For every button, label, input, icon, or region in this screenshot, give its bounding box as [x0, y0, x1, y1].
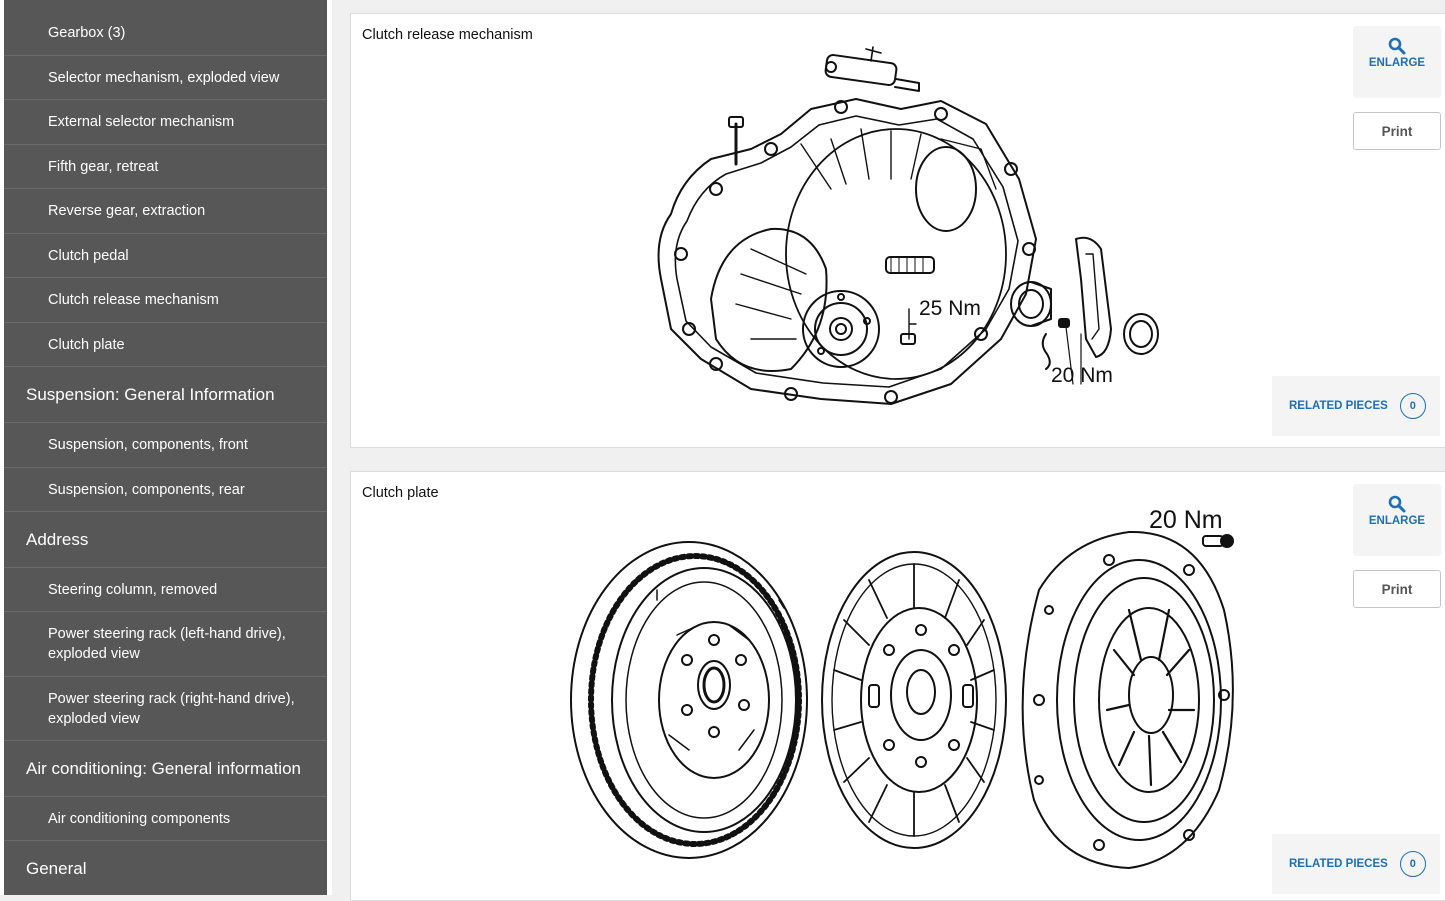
sidebar-section-label: Air conditioning: General information [26, 758, 301, 778]
sidebar-section-general[interactable]: General [4, 841, 327, 895]
sidebar-item-external-selector[interactable]: External selector mechanism [4, 100, 327, 145]
sidebar-item-steering-rack-rhd[interactable]: Power steering rack (right-hand drive), … [4, 677, 327, 741]
card-title: Clutch release mechanism [362, 27, 533, 43]
enlarge-label: ENLARGE [1368, 57, 1426, 69]
magnifier-icon [1388, 495, 1406, 513]
sidebar-item-label: Gearbox (3) [48, 25, 126, 41]
sidebar-item-clutch-release[interactable]: Clutch release mechanism [4, 278, 327, 323]
enlarge-label: ENLARGE [1368, 515, 1426, 527]
bolt-drawing [1202, 534, 1234, 548]
pressure-plate-drawing [1021, 530, 1234, 869]
print-label: Print [1381, 123, 1413, 139]
flywheel-drawing [570, 541, 808, 859]
sidebar-item-label: Clutch release mechanism [48, 292, 219, 308]
torque-label: 20 Nm [1051, 364, 1113, 387]
print-label: Print [1381, 581, 1413, 597]
sidebar-section-address[interactable]: Address [4, 512, 327, 568]
clutch-release-diagram: 25 Nm 20 Nm [657, 46, 1159, 405]
print-button[interactable]: Print [1353, 112, 1441, 150]
sidebar-item-selector-mechanism[interactable]: Selector mechanism, exploded view [4, 56, 327, 100]
sidebar-item-gearbox[interactable]: Gearbox (3) [4, 11, 327, 56]
sidebar-item-label: Clutch plate [48, 336, 125, 353]
related-pieces-button[interactable]: RELATED PIECES 0 [1272, 376, 1440, 436]
sidebar-section-label: General [26, 859, 87, 878]
sidebar-item-label: Power steering rack (right-hand drive), … [48, 690, 295, 727]
sidebar-nav: Gearbox (3) Selector mechanism, exploded… [0, 0, 332, 895]
sidebar-item-ac-components[interactable]: Air conditioning components [4, 797, 327, 841]
sidebar-item-label: Suspension, components, front [48, 437, 248, 453]
enlarge-button[interactable]: ENLARGE [1353, 484, 1441, 556]
sidebar-item-fifth-gear[interactable]: Fifth gear, retreat [4, 145, 327, 189]
sidebar-item-clutch-plate[interactable]: Clutch plate [4, 323, 327, 367]
sidebar-item-label: Clutch pedal [48, 247, 129, 264]
magnifier-icon [1388, 37, 1406, 55]
sidebar-section-suspension[interactable]: Suspension: General Information [4, 367, 327, 423]
sidebar-item-label: Air conditioning components [48, 810, 231, 827]
sidebar-item-label: Reverse gear, extraction [48, 203, 206, 219]
torque-label: 20 Nm [1149, 506, 1223, 534]
related-pieces-count: 0 [1399, 851, 1426, 877]
sidebar-panel: Gearbox (3) Selector mechanism, exploded… [4, 0, 327, 895]
sidebar-item-steering-column[interactable]: Steering column, removed [4, 568, 327, 612]
torque-label: 25 Nm [919, 297, 981, 320]
sidebar-item-label: Steering column, removed [48, 581, 218, 598]
figure-card-clutch-plate: Clutch plate 20 Nm ENLARGE Print RELATED… [350, 471, 1445, 901]
print-button[interactable]: Print [1353, 570, 1441, 608]
sidebar-section-label: Address [26, 529, 89, 549]
sidebar-item-reverse-gear[interactable]: Reverse gear, extraction [4, 189, 327, 234]
clutch-plate-diagram: 20 Nm [570, 506, 1234, 869]
figure-card-clutch-release: Clutch release mechanism 25 Nm 20 Nm ENL… [350, 13, 1445, 448]
sidebar-section-air-conditioning[interactable]: Air conditioning: General information [4, 741, 327, 797]
clutch-disc-drawing [821, 551, 1007, 849]
enlarge-button[interactable]: ENLARGE [1353, 26, 1441, 98]
sidebar-item-label: Suspension, components, rear [48, 481, 245, 498]
sidebar-item-label: Power steering rack (left-hand drive), e… [48, 626, 286, 662]
related-pieces-label: RELATED PIECES [1289, 400, 1388, 412]
sidebar-item-clutch-pedal[interactable]: Clutch pedal [4, 234, 327, 278]
related-pieces-count: 0 [1399, 393, 1426, 419]
sidebar-item-label: External selector mechanism [48, 114, 235, 130]
sidebar-item-suspension-rear[interactable]: Suspension, components, rear [4, 468, 327, 512]
related-pieces-label: RELATED PIECES [1289, 858, 1388, 870]
sidebar-item-label: Fifth gear, retreat [48, 158, 159, 175]
sidebar-item-suspension-front[interactable]: Suspension, components, front [4, 423, 327, 468]
card-title: Clutch plate [362, 485, 439, 501]
sidebar-section-label: Suspension: General Information [26, 384, 275, 404]
sidebar-item-label: Selector mechanism, exploded view [48, 69, 280, 86]
related-pieces-button[interactable]: RELATED PIECES 0 [1272, 834, 1440, 894]
sidebar-item-steering-rack-lhd[interactable]: Power steering rack (left-hand drive), e… [4, 612, 327, 677]
